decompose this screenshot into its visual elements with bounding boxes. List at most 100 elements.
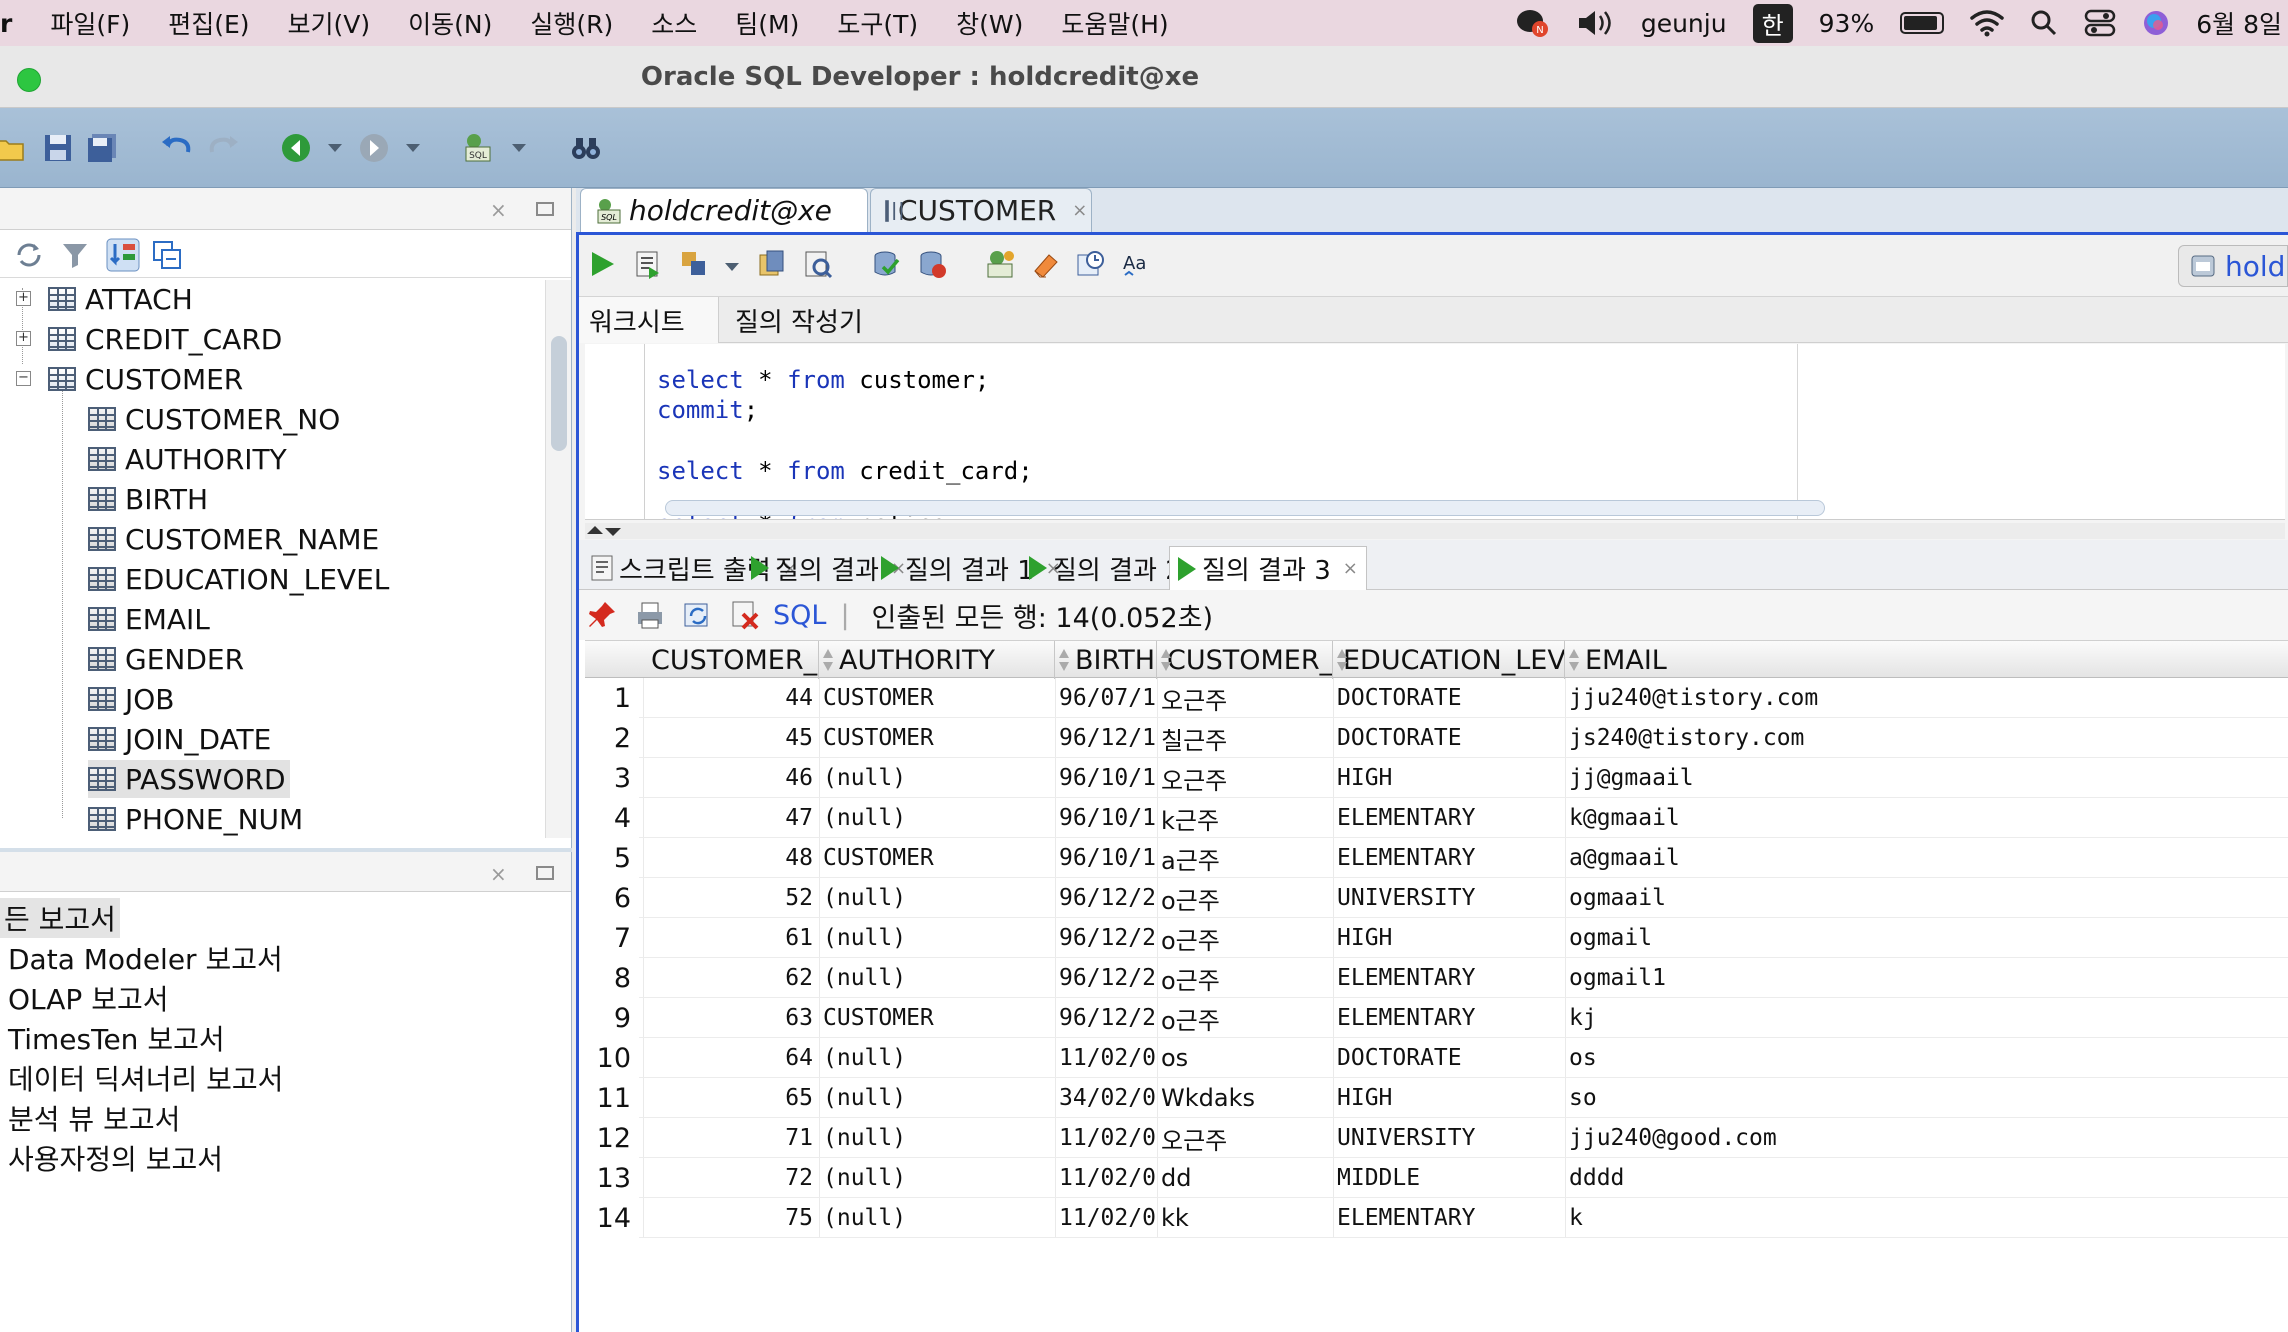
back-dropdown-caret[interactable] (328, 144, 342, 152)
sql-editor[interactable]: select * from customer; commit; select *… (585, 344, 2285, 520)
authority-cell[interactable]: (null) (819, 878, 1055, 918)
customer-name-cell[interactable]: Wkdaks (1157, 1078, 1333, 1118)
filter-icon[interactable] (60, 240, 90, 270)
birth-cell[interactable]: 11/02/01 (1055, 1038, 1157, 1078)
sql-history-icon[interactable] (1075, 249, 1105, 279)
clear-eraser-icon[interactable] (1031, 249, 1061, 279)
customer-name-cell[interactable]: 오근주 (1157, 758, 1333, 798)
education-level-cell[interactable]: HIGH (1333, 1078, 1565, 1118)
customer-no-cell[interactable]: 75 (643, 1198, 819, 1238)
table-row[interactable]: 761(null)96/12/21o근주HIGHogmail (585, 918, 2288, 958)
minimize-panel-icon[interactable] (536, 866, 554, 880)
tab-holdcredit-worksheet[interactable]: SQL holdcredit@xe (580, 188, 868, 232)
print-icon[interactable] (635, 600, 665, 630)
email-cell[interactable]: k@gmaail (1565, 798, 2288, 838)
binoculars-icon[interactable] (570, 132, 602, 164)
editor-horizontal-scrollbar[interactable] (665, 500, 1825, 516)
menu-source[interactable]: 소스 (632, 5, 716, 41)
birth-cell[interactable]: 96/10/18 (1055, 838, 1157, 878)
forward-icon[interactable] (358, 132, 390, 164)
menu-run[interactable]: 실행(R) (511, 5, 632, 41)
volume-icon[interactable] (1575, 8, 1615, 38)
customer-no-cell[interactable]: 72 (643, 1158, 819, 1198)
email-cell[interactable]: jju240@tistory.com (1565, 678, 2288, 718)
customer-no-cell[interactable]: 45 (643, 718, 819, 758)
table-row[interactable]: 144CUSTOMER96/07/18오근주DOCTORATEjju240@ti… (585, 678, 2288, 718)
split-up-arrow[interactable] (587, 526, 603, 534)
run-statement-icon[interactable] (587, 249, 617, 279)
education-level-cell[interactable]: UNIVERSITY (1333, 878, 1565, 918)
code-line[interactable]: select * from credit_card; (657, 457, 1033, 485)
column-header-customer-no[interactable]: CUSTOMER_NO (643, 641, 819, 679)
sql-link[interactable]: SQL (773, 600, 826, 631)
tree-node-customer[interactable]: − CUSTOMER (16, 360, 243, 398)
education-level-cell[interactable]: DOCTORATE (1333, 718, 1565, 758)
customer-name-cell[interactable]: dd (1157, 1158, 1333, 1198)
column-header-customer-name[interactable]: CUSTOMER_N... (1157, 641, 1333, 679)
code-line[interactable]: select * from customer; (657, 366, 989, 394)
connection-selector[interactable]: hold (2178, 245, 2288, 287)
customer-name-cell[interactable]: o근주 (1157, 958, 1333, 998)
email-cell[interactable]: jj@gmaail (1565, 758, 2288, 798)
collapse-all-icon[interactable] (152, 240, 182, 270)
expand-icon[interactable]: + (16, 291, 31, 306)
tab-query-builder[interactable]: 질의 작성기 (725, 297, 873, 343)
email-cell[interactable]: dddd (1565, 1158, 2288, 1198)
tree-column-join-date[interactable]: JOIN_DATE (88, 720, 271, 758)
wifi-icon[interactable] (1970, 9, 2004, 37)
authority-cell[interactable]: (null) (819, 1158, 1055, 1198)
birth-cell[interactable]: 96/12/21 (1055, 918, 1157, 958)
table-row[interactable]: 548CUSTOMER96/10/18a근주ELEMENTARYa@gmaail (585, 838, 2288, 878)
authority-cell[interactable]: (null) (819, 1118, 1055, 1158)
birth-cell[interactable]: 96/07/18 (1055, 678, 1157, 718)
education-level-cell[interactable]: MIDDLE (1333, 1158, 1565, 1198)
save-icon[interactable] (42, 132, 74, 164)
birth-cell[interactable]: 34/02/01 (1055, 1078, 1157, 1118)
commit-icon[interactable] (871, 249, 901, 279)
menu-view[interactable]: 보기(V) (269, 5, 390, 41)
clock-date[interactable]: 6월 8일 (2196, 5, 2282, 41)
birth-cell[interactable]: 96/10/18 (1055, 798, 1157, 838)
birth-cell[interactable]: 96/10/18 (1055, 758, 1157, 798)
education-level-cell[interactable]: ELEMENTARY (1333, 798, 1565, 838)
sql-dropdown-caret[interactable] (512, 144, 526, 152)
customer-name-cell[interactable]: 오근주 (1157, 1118, 1333, 1158)
back-icon[interactable] (280, 132, 312, 164)
tree-column-education-level[interactable]: EDUCATION_LEVEL (88, 560, 389, 598)
search-icon[interactable] (2030, 9, 2058, 37)
customer-no-cell[interactable]: 52 (643, 878, 819, 918)
customer-name-cell[interactable]: 칠근주 (1157, 718, 1333, 758)
customer-name-cell[interactable]: o근주 (1157, 918, 1333, 958)
refresh-icon[interactable] (14, 240, 44, 270)
birth-cell[interactable]: 96/12/21 (1055, 878, 1157, 918)
tree-column-customer-name[interactable]: CUSTOMER_NAME (88, 520, 379, 558)
report-timesten[interactable]: TimesTen 보고서 (8, 1018, 225, 1058)
table-row[interactable]: 346(null)96/10/18오근주HIGHjj@gmaail (585, 758, 2288, 798)
birth-cell[interactable]: 96/12/21 (1055, 998, 1157, 1038)
table-row[interactable]: 862(null)96/12/21o근주ELEMENTARYogmail1 (585, 958, 2288, 998)
customer-no-cell[interactable]: 64 (643, 1038, 819, 1078)
menu-tools[interactable]: 도구(T) (818, 5, 937, 41)
code-line[interactable]: commit; (657, 396, 758, 424)
customer-no-cell[interactable]: 44 (643, 678, 819, 718)
tree-node-credit-card[interactable]: + CREDIT_CARD (16, 320, 282, 358)
control-center-icon[interactable] (2084, 9, 2116, 37)
tab-customer-table[interactable]: CUSTOMER × (870, 188, 1092, 232)
format-case-icon[interactable]: Aa (1121, 249, 1151, 279)
close-panel-icon[interactable]: × (490, 862, 507, 886)
report-data-dictionary[interactable]: 데이터 딕셔너리 보고서 (8, 1058, 283, 1098)
customer-no-cell[interactable]: 46 (643, 758, 819, 798)
customer-name-cell[interactable]: 오근주 (1157, 678, 1333, 718)
email-cell[interactable]: js240@tistory.com (1565, 718, 2288, 758)
authority-cell[interactable]: (null) (819, 1038, 1055, 1078)
cancel-query-icon[interactable] (731, 600, 761, 630)
authority-cell[interactable]: (null) (819, 918, 1055, 958)
table-row[interactable]: 1271(null)11/02/01오근주UNIVERSITYjju240@go… (585, 1118, 2288, 1158)
table-row[interactable]: 245CUSTOMER96/12/18칠근주DOCTORATEjs240@tis… (585, 718, 2288, 758)
customer-no-cell[interactable]: 48 (643, 838, 819, 878)
tree-node-attach[interactable]: + ATTACH (16, 280, 193, 318)
education-level-cell[interactable]: DOCTORATE (1333, 678, 1565, 718)
birth-cell[interactable]: 11/02/01 (1055, 1158, 1157, 1198)
tree-column-gender[interactable]: GENDER (88, 640, 244, 678)
birth-cell[interactable]: 11/02/01 (1055, 1198, 1157, 1238)
